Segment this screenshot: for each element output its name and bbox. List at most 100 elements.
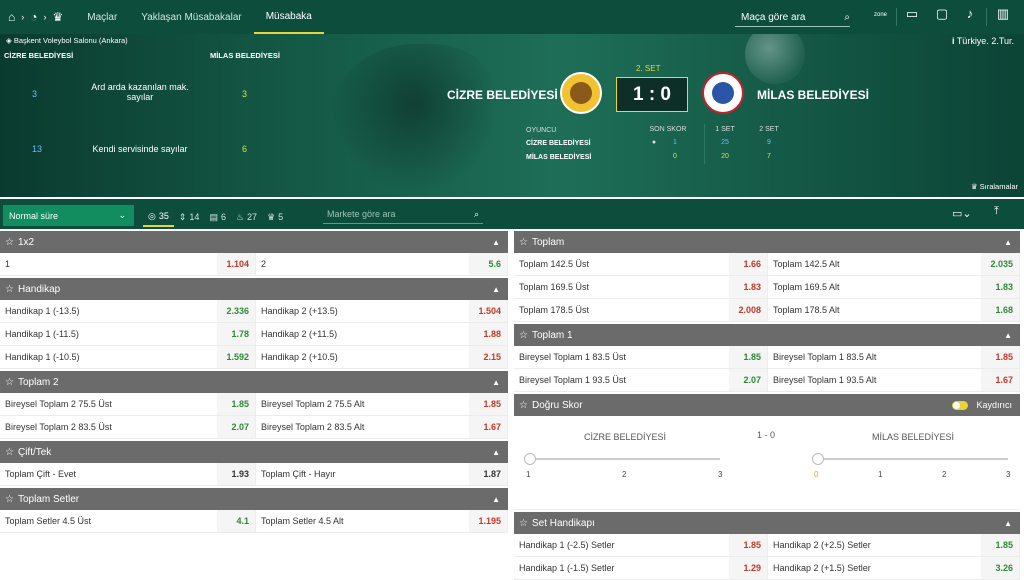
chevron-up-icon[interactable]: ▲	[492, 448, 500, 457]
odd-cell[interactable]: Toplam Setler 4.5 Alt 1.195	[256, 510, 508, 532]
star-icon[interactable]: ☆	[519, 330, 528, 341]
odd-cell[interactable]: Toplam 142.5 Alt 2.035	[768, 253, 1020, 275]
odd-value: 1.68	[981, 299, 1019, 321]
tab-matches[interactable]: Maçlar	[75, 0, 129, 34]
odd-cell[interactable]: Bireysel Toplam 2 75.5 Alt 1.85	[256, 393, 508, 415]
odd-cell[interactable]: Toplam 178.5 Üst 2.008	[514, 299, 768, 321]
odd-cell[interactable]: Toplam 142.5 Üst 1.66	[514, 253, 768, 275]
outcome-name: 2	[261, 259, 267, 269]
odd-cell[interactable]: Handikap 1 (-1.5) Setler 1.29	[514, 557, 768, 579]
tablet-icon[interactable]: ▢	[929, 6, 955, 22]
fire-icon: ♨	[235, 211, 245, 222]
odd-cell[interactable]: Handikap 1 (-13.5) 2.336	[0, 300, 256, 322]
chevron-up-icon[interactable]: ▲	[492, 238, 500, 247]
outcome-name: Handikap 2 (+11.5)	[261, 329, 338, 339]
markets-right-column: ☆ Toplam ▲ Toplam 142.5 Üst 1.66 Toplam 142.…	[514, 229, 1020, 580]
odd-cell[interactable]: Toplam Çift - Evet 1.93	[0, 463, 256, 485]
collapse-all-icon[interactable]: ⤒	[994, 205, 999, 218]
ball-image	[745, 34, 805, 84]
star-icon[interactable]: ☆	[519, 237, 528, 248]
star-icon[interactable]: ☆	[5, 447, 14, 458]
target-icon: ◎	[148, 210, 156, 221]
market-header[interactable]: ☆ Çift/Tek ▲	[0, 441, 508, 463]
slider-toggle[interactable]	[952, 401, 968, 410]
odd-cell[interactable]: Toplam Çift - Hayır 1.87	[256, 463, 508, 485]
odd-cell[interactable]: Bireysel Toplam 1 83.5 Üst 1.85	[514, 346, 768, 368]
star-icon[interactable]: ☆	[5, 237, 14, 248]
odd-cell[interactable]: Handikap 1 (-10.5) 1.592	[0, 346, 256, 368]
divider	[896, 8, 897, 26]
filter-tab-all[interactable]: ◎ 35	[143, 207, 174, 227]
odd-cell[interactable]: Handikap 2 (+1.5) Setler 3.26	[768, 557, 1020, 579]
odd-cell[interactable]: Handikap 2 (+13.5) 1.504	[256, 300, 508, 322]
home-icon[interactable]: ⌂	[8, 10, 15, 24]
odd-cell[interactable]: Handikap 2 (+10.5) 2.15	[256, 346, 508, 368]
odd-cell[interactable]: Handikap 1 (-11.5) 1.78	[0, 323, 256, 345]
volleyball-icon[interactable]: ◔	[30, 10, 37, 24]
monitor-icon[interactable]: ▭	[899, 6, 925, 22]
match-search-input[interactable]: Maça göre ara ⌕	[735, 9, 850, 27]
odd-cell[interactable]: Toplam 169.5 Üst 1.83	[514, 276, 768, 298]
star-icon[interactable]: ☆	[5, 377, 14, 388]
odd-cell[interactable]: Toplam 178.5 Alt 1.68	[768, 299, 1020, 321]
slider-knob[interactable]	[812, 453, 824, 465]
odd-cell[interactable]: Bireysel Toplam 2 83.5 Alt 1.67	[256, 416, 508, 438]
odd-cell[interactable]: Toplam Setler 4.5 Üst 4.1	[0, 510, 256, 532]
market-header[interactable]: ☆ Toplam 2 ▲	[0, 371, 508, 393]
bell-icon[interactable]: ♪	[957, 6, 983, 21]
zone-label[interactable]: zone	[874, 12, 887, 18]
period-select[interactable]: Normal süre ⌄	[3, 205, 134, 226]
market-header[interactable]: ☆ Toplam ▲	[514, 231, 1020, 253]
trophy-icon[interactable]: ♛	[53, 10, 64, 24]
odd-cell[interactable]: Handikap 2 (+2.5) Setler 1.85	[768, 534, 1020, 556]
nav-tabs: Maçlar Yaklaşan Müsabakalar Müsabaka	[75, 0, 324, 34]
market-section: ☆ Toplam 2 ▲ Bireysel Toplam 2 75.5 Üst 1.8…	[0, 371, 508, 439]
odd-cell[interactable]: Bireysel Toplam 1 83.5 Alt 1.85	[768, 346, 1020, 368]
odd-cell[interactable]: Bireysel Toplam 2 75.5 Üst 1.85	[0, 393, 256, 415]
chevron-up-icon[interactable]: ▲	[492, 495, 500, 504]
star-icon[interactable]: ☆	[519, 400, 528, 411]
outcome-name: Toplam 142.5 Üst	[519, 259, 590, 269]
odd-cell[interactable]: 1 1.104	[0, 253, 256, 275]
market-header[interactable]: ☆ Handikap ▲	[0, 278, 508, 300]
outcome-name: Bireysel Toplam 1 93.5 Alt	[773, 375, 877, 385]
chevron-up-icon[interactable]: ▲	[1004, 238, 1012, 247]
star-icon[interactable]: ☆	[519, 518, 528, 529]
chevron-up-icon[interactable]: ▲	[1004, 331, 1012, 340]
slider-knob[interactable]	[524, 453, 536, 465]
score-slider-team2[interactable]	[812, 453, 1008, 465]
odd-cell[interactable]: Bireysel Toplam 2 83.5 Üst 2.07	[0, 416, 256, 438]
market-header[interactable]: ☆ 1x2 ▲	[0, 231, 508, 253]
standings-link[interactable]: ♛ Sıralamalar	[971, 182, 1018, 191]
odd-cell[interactable]: Toplam 169.5 Alt 1.83	[768, 276, 1020, 298]
tab-match[interactable]: Müsabaka	[253, 0, 324, 34]
outcome-name: Toplam 142.5 Alt	[773, 259, 840, 269]
tab-upcoming[interactable]: Yaklaşan Müsabakalar	[129, 0, 253, 34]
star-icon[interactable]: ☆	[5, 284, 14, 295]
odd-cell[interactable]: Handikap 2 (+11.5) 1.88	[256, 323, 508, 345]
league-text: Türkiye. 2.Tur.	[956, 36, 1014, 46]
chevron-up-icon[interactable]: ▲	[1004, 519, 1012, 528]
score-slider-team1[interactable]	[524, 453, 720, 465]
filter-tab-trophy[interactable]: ♛ 5	[262, 207, 288, 227]
odd-value: 1.83	[729, 276, 767, 298]
odd-cell[interactable]: Bireysel Toplam 1 93.5 Alt 1.67	[768, 369, 1020, 391]
market-header[interactable]: ☆ Doğru Skor Kaydırıcı	[514, 394, 1020, 416]
layout-toggle-icon[interactable]: ▭⌄	[952, 207, 972, 220]
market-header[interactable]: ☆ Set Handikapı ▲	[514, 512, 1020, 534]
stats-icon[interactable]: ▥	[990, 6, 1016, 22]
filter-tab-bars[interactable]: ▤ 6	[204, 207, 231, 227]
filter-tab-sort[interactable]: ⇕ 14	[174, 207, 205, 227]
star-icon[interactable]: ☆	[5, 494, 14, 505]
scoreboard-set2: 9	[767, 139, 771, 146]
outcome-name: Bireysel Toplam 1 93.5 Üst	[519, 375, 626, 385]
odd-cell[interactable]: Bireysel Toplam 1 93.5 Üst 2.07	[514, 369, 768, 391]
odd-cell[interactable]: 2 5.6	[256, 253, 508, 275]
odd-cell[interactable]: Handikap 1 (-2.5) Setler 1.85	[514, 534, 768, 556]
filter-tab-fire[interactable]: ♨ 27	[231, 207, 262, 227]
market-header[interactable]: ☆ Toplam 1 ▲	[514, 324, 1020, 346]
market-search-input[interactable]: Markete göre ara ⌕	[323, 205, 483, 224]
market-header[interactable]: ☆ Toplam Setler ▲	[0, 488, 508, 510]
chevron-up-icon[interactable]: ▲	[492, 285, 500, 294]
chevron-up-icon[interactable]: ▲	[492, 378, 500, 387]
